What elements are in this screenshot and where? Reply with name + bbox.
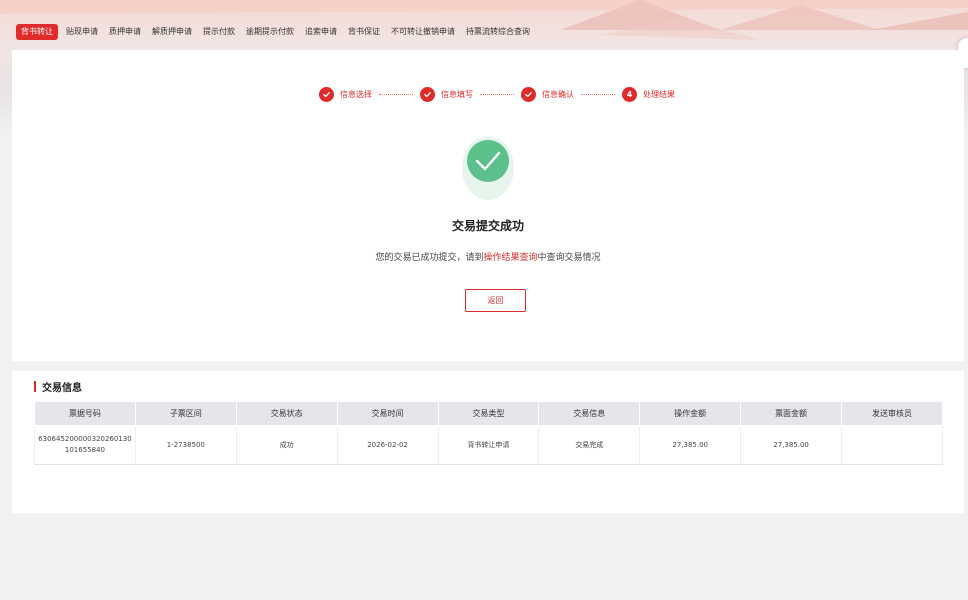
step-connector xyxy=(379,93,413,95)
nav-item-discount[interactable]: 贴现申请 xyxy=(66,24,98,40)
success-title: 交易提交成功 xyxy=(451,219,524,233)
transaction-info-card: 交易信息 票据号码 子票区间 交易状态 交易时间 交易类型 交易信息 操作金额 … xyxy=(12,371,964,513)
table-row: 630645200000320260130101655840 1-2738500… xyxy=(34,425,943,465)
step-connector xyxy=(480,93,514,95)
section-title: 交易信息 xyxy=(34,379,82,394)
nav-item-holding-query[interactable]: 持票流转综合查询 xyxy=(466,24,530,40)
message-prefix: 您的交易已成功提交，请到 xyxy=(375,253,484,263)
col-face-amount: 票面金额 xyxy=(740,401,842,426)
cell-bill-number: 630645200000320260130101655840 xyxy=(34,425,136,465)
check-icon xyxy=(319,86,334,102)
back-button[interactable]: 返回 xyxy=(465,289,526,312)
step-1: 信息选择 xyxy=(319,86,372,102)
check-icon xyxy=(521,86,536,102)
step-number: 4 xyxy=(622,86,637,102)
operation-result-query-link[interactable]: 操作结果查询 xyxy=(483,253,537,263)
nav-item-endorse-transfer[interactable]: 背书转让 xyxy=(16,24,58,40)
step-label: 信息填写 xyxy=(441,89,473,99)
col-bill-number: 票据号码 xyxy=(34,401,136,426)
section-title-text: 交易信息 xyxy=(42,382,82,394)
cell-operation-amount: 27,385.00 xyxy=(639,425,742,465)
cell-info: 交易完成 xyxy=(538,425,641,465)
message-suffix: 中查询交易情况 xyxy=(537,253,601,263)
success-message: 您的交易已成功提交，请到操作结果查询中查询交易情况 xyxy=(12,250,964,263)
transaction-table: 票据号码 子票区间 交易状态 交易时间 交易类型 交易信息 操作金额 票面金额 … xyxy=(34,401,943,465)
nav-item-recourse[interactable]: 追索申请 xyxy=(305,24,337,40)
col-status: 交易状态 xyxy=(235,401,338,426)
col-time: 交易时间 xyxy=(336,401,439,426)
cell-sub-range: 1-2738500 xyxy=(135,425,237,465)
cell-time: 2026-02-02 xyxy=(337,425,439,465)
step-connector xyxy=(581,93,615,95)
col-operation-amount: 操作金额 xyxy=(639,401,742,426)
nav-item-unpledge[interactable]: 解质押申请 xyxy=(152,24,192,40)
check-icon xyxy=(420,86,435,102)
top-nav: 背书转让 贴现申请 质押申请 解质押申请 提示付款 逾期提示付款 追索申请 背书… xyxy=(16,22,541,42)
cell-type: 背书转让申请 xyxy=(438,425,540,465)
step-label: 信息确认 xyxy=(542,89,574,99)
cell-reviewer xyxy=(841,425,943,465)
step-label: 处理结果 xyxy=(643,89,675,99)
result-card: 信息选择 信息填写 信息确认 4 处理结果 交易提交成功 您的交易已成功提交，请… xyxy=(12,50,964,361)
cell-status: 成功 xyxy=(236,425,338,465)
progress-steps: 信息选择 信息填写 信息确认 4 处理结果 xyxy=(319,85,675,103)
step-3: 信息确认 xyxy=(521,86,574,102)
section-title-bar xyxy=(34,380,36,392)
success-check-icon xyxy=(460,130,516,200)
col-reviewer: 发送审核员 xyxy=(841,401,943,426)
step-label: 信息选择 xyxy=(340,89,372,99)
nav-item-guarantee[interactable]: 背书保证 xyxy=(348,24,380,40)
table-header-row: 票据号码 子票区间 交易状态 交易时间 交易类型 交易信息 操作金额 票面金额 … xyxy=(34,401,943,426)
col-type: 交易类型 xyxy=(437,401,540,426)
nav-item-revoke[interactable]: 不可转让撤销申请 xyxy=(391,24,455,40)
col-info: 交易信息 xyxy=(538,401,641,426)
nav-item-prompt-payment[interactable]: 提示付款 xyxy=(203,24,235,40)
cell-face-amount: 27,385.00 xyxy=(740,425,842,465)
nav-item-pledge[interactable]: 质押申请 xyxy=(109,24,141,40)
step-4: 4 处理结果 xyxy=(622,86,675,102)
nav-item-overdue-payment[interactable]: 逾期提示付款 xyxy=(246,24,294,40)
step-2: 信息填写 xyxy=(420,86,473,102)
col-sub-range: 子票区间 xyxy=(134,401,237,426)
